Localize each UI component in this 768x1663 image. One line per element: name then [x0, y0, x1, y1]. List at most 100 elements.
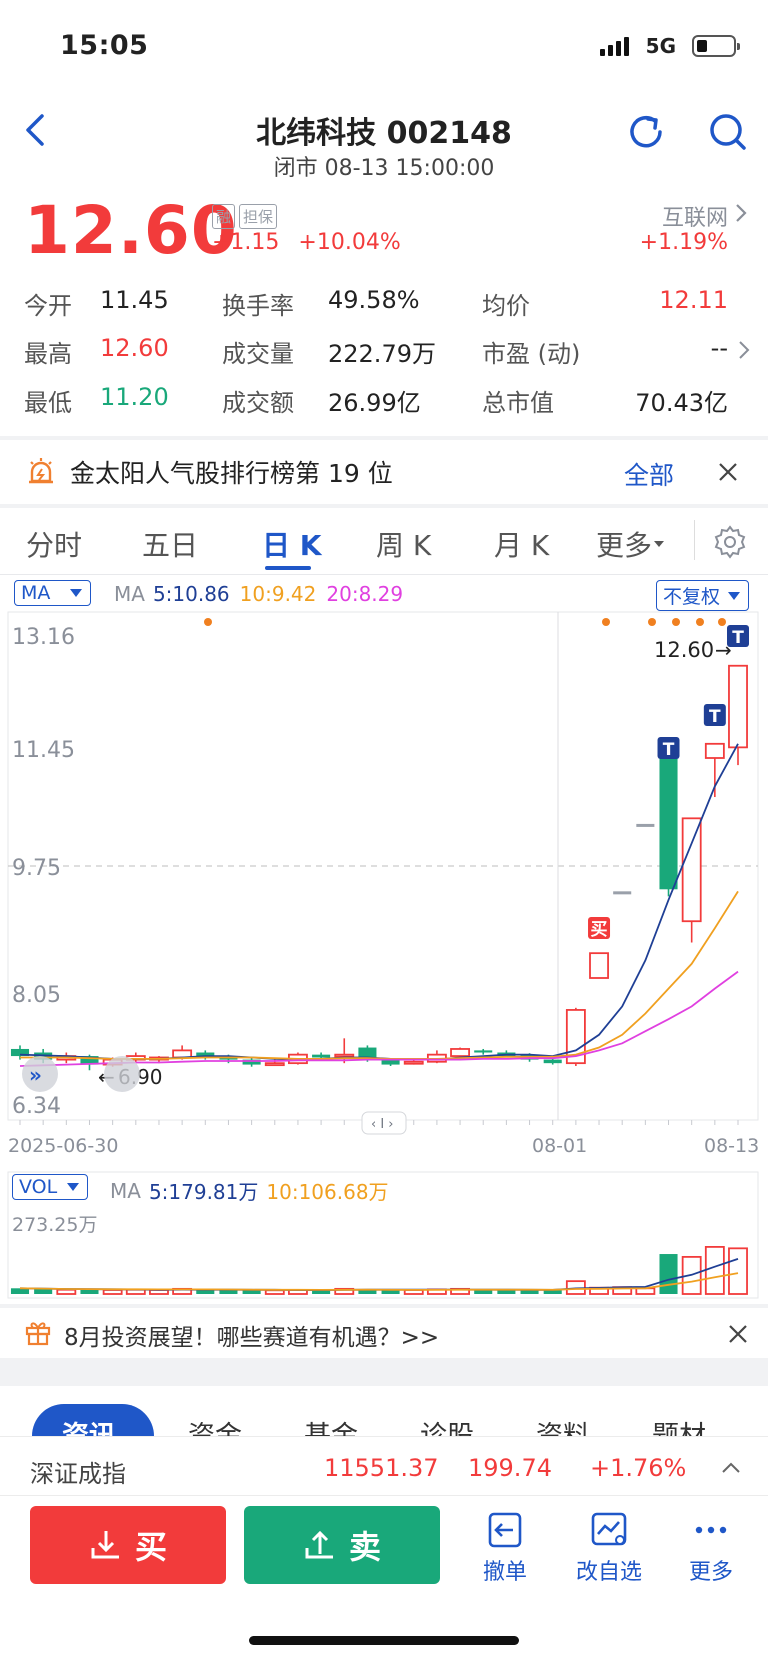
divider	[0, 574, 768, 575]
caret-down-icon	[654, 541, 665, 547]
buy-label: 买	[134, 1528, 167, 1566]
chevron-right-icon[interactable]	[736, 338, 752, 362]
volume-bar	[728, 1247, 748, 1295]
pe-label[interactable]: 市盈 (动)	[482, 334, 580, 369]
mktcap-label: 总市值	[482, 389, 554, 417]
candle	[659, 747, 678, 897]
ranking-all-link[interactable]: 全部	[624, 456, 674, 492]
edit-watchlist-label: 改自选	[575, 1560, 642, 1585]
pe-value[interactable]: --	[711, 334, 728, 362]
settings-gear-icon[interactable]	[712, 524, 748, 560]
price-change: +1.15 +10.04%	[212, 230, 401, 255]
close-icon[interactable]	[716, 460, 740, 484]
buy-button[interactable]: 买	[30, 1506, 226, 1584]
ma10-line	[20, 890, 739, 1060]
candle	[681, 817, 702, 943]
volume-bar	[543, 1290, 562, 1294]
volume-bar	[474, 1290, 493, 1294]
tab-funds[interactable]: 基金	[304, 1414, 358, 1436]
expand-left-button[interactable]: »	[22, 1056, 58, 1092]
more-dots-icon	[695, 1526, 727, 1534]
ma-legend: MA 5:10.86 10:9.42 20:8.29	[114, 582, 403, 606]
candle-body	[728, 664, 748, 749]
indicator-select[interactable]: MA	[14, 580, 92, 606]
volume-bar	[264, 1289, 285, 1295]
adjust-select-label: 不复权	[663, 586, 721, 608]
tab-weekly-k[interactable]: 周 K	[376, 524, 431, 564]
tab-funds-flow[interactable]: 资金	[188, 1414, 242, 1436]
volume-value: 222.79万	[328, 340, 436, 368]
volume-label: 成交量	[222, 340, 294, 368]
more-button[interactable]: 更多	[666, 1510, 756, 1586]
crosshair-handle[interactable]	[104, 1056, 140, 1092]
close-icon[interactable]	[726, 1322, 750, 1346]
status-time: 15:05	[60, 30, 149, 61]
candle-body	[589, 952, 609, 979]
tab-daily-k[interactable]: 日 K	[262, 524, 321, 564]
margin-tags: 融 担保	[212, 204, 281, 229]
low-value: 11.20	[100, 383, 169, 411]
turnover-label: 换手率	[222, 292, 294, 320]
t-marker-label: T	[709, 707, 721, 727]
edit-watchlist-button[interactable]: 改自选	[564, 1510, 654, 1586]
tab-more-label: 更多	[596, 529, 653, 562]
promo-text[interactable]: 8月投资展望！哪些赛道有机遇？>>	[64, 1318, 439, 1352]
svg-text:»: »	[29, 1063, 42, 1087]
buy-marker-label: 买	[591, 920, 608, 940]
refresh-icon[interactable]	[624, 110, 668, 154]
avg-label: 均价	[482, 292, 530, 320]
volume-bar	[520, 1290, 539, 1294]
y-tick: 11.45	[12, 738, 75, 763]
tab-profile[interactable]: 资料	[536, 1414, 590, 1436]
sector-name[interactable]: 互联网	[662, 200, 728, 232]
candle	[426, 1050, 447, 1064]
event-dot	[204, 618, 212, 626]
volume-bar	[80, 1289, 99, 1294]
chevron-right-icon[interactable]	[732, 200, 750, 226]
volume-bar	[659, 1254, 678, 1294]
candle	[613, 891, 632, 895]
battery-icon	[692, 35, 740, 57]
cancel-order-button[interactable]: 撤单	[460, 1510, 550, 1586]
ranking-text[interactable]: 金太阳人气股排行榜第 19 位	[70, 454, 393, 490]
low-label: 最低	[24, 389, 72, 417]
sell-button[interactable]: 卖	[244, 1506, 440, 1584]
volume-frame	[7, 1171, 759, 1299]
candle-body	[613, 891, 632, 895]
indicator-select-label: MA	[21, 582, 51, 604]
search-icon[interactable]	[706, 110, 750, 154]
tab-monthly-k[interactable]: 月 K	[494, 524, 549, 564]
open-label: 今开	[24, 292, 72, 320]
candle	[474, 1048, 493, 1055]
avg-value: 12.11	[659, 286, 728, 314]
more-label: 更多	[688, 1560, 733, 1585]
tab-intraday[interactable]: 分时	[26, 524, 82, 564]
volume-bar	[704, 1246, 725, 1295]
kline-chart[interactable]: 13.16 11.45 9.75 8.05 6.34 2025-06-30 08…	[0, 610, 768, 1170]
chevron-up-icon[interactable]	[720, 1458, 742, 1478]
candle-body	[312, 1054, 331, 1058]
index-value: 11551.37	[324, 1454, 439, 1482]
tab-theme[interactable]: 题材	[652, 1414, 706, 1436]
ma5-line	[19, 743, 739, 1061]
tab-more[interactable]: 更多	[596, 524, 666, 564]
y-tick: 6.34	[12, 1094, 61, 1119]
candle	[636, 823, 655, 827]
event-dot	[648, 618, 656, 626]
tab-diagnosis[interactable]: 诊股	[420, 1414, 474, 1436]
home-indicator	[249, 1636, 519, 1645]
chart-drag-handle[interactable]: ‹ I ›	[361, 1111, 407, 1135]
tab-five-day[interactable]: 五日	[142, 524, 198, 564]
index-change: 199.74	[468, 1454, 552, 1482]
index-name: 深证成指	[30, 1460, 126, 1488]
signal-icon	[599, 36, 632, 56]
volume-chart[interactable]	[0, 1170, 768, 1300]
adjust-select[interactable]: 不复权	[656, 580, 750, 611]
candle-body	[450, 1048, 470, 1057]
status-indicators: 5G	[599, 34, 740, 58]
sell-label: 卖	[348, 1528, 381, 1566]
x-tick: 08-01	[532, 1135, 587, 1157]
y-tick: 13.16	[12, 625, 75, 650]
tab-news[interactable]: 资讯	[62, 1414, 116, 1436]
caret-down-icon	[70, 589, 83, 597]
